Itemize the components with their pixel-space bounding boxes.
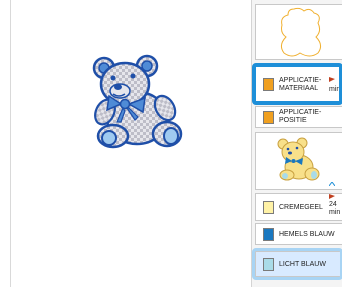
thread-swatch <box>263 228 274 241</box>
thread-row-hemels-blauw[interactable]: HEMELS BLAUW <box>255 223 342 245</box>
embroidery-canvas[interactable] <box>10 0 250 287</box>
thread-swatch <box>263 201 274 214</box>
thread-label: HEMELS BLAUW <box>279 231 335 238</box>
thread-color-panel[interactable]: APPLICATIE- MATERIAAL min APPLICATIE- PO… <box>251 0 342 287</box>
applique-outline-preview[interactable] <box>255 4 342 60</box>
selection-highlight <box>252 63 342 105</box>
selection-highlight <box>252 248 342 280</box>
flag-icon <box>329 194 335 199</box>
thread-time: 24 min <box>329 201 341 216</box>
design-color-preview[interactable] <box>255 132 342 190</box>
chevron-up-icon[interactable] <box>329 182 335 186</box>
applique-outline-icon <box>280 7 322 57</box>
thread-swatch <box>263 111 274 124</box>
teddy-bear-preview-icon <box>277 137 320 181</box>
thread-row-applicatie-positie[interactable]: APPLICATIE- POSITIE <box>255 106 342 128</box>
thread-label: CREMEGEEL <box>279 204 323 211</box>
thread-label: APPLICATIE- POSITIE <box>279 109 322 124</box>
teddy-bear-design[interactable] <box>83 54 189 150</box>
thread-row-cremegeel[interactable]: CREMEGEEL 24 min <box>255 193 342 221</box>
